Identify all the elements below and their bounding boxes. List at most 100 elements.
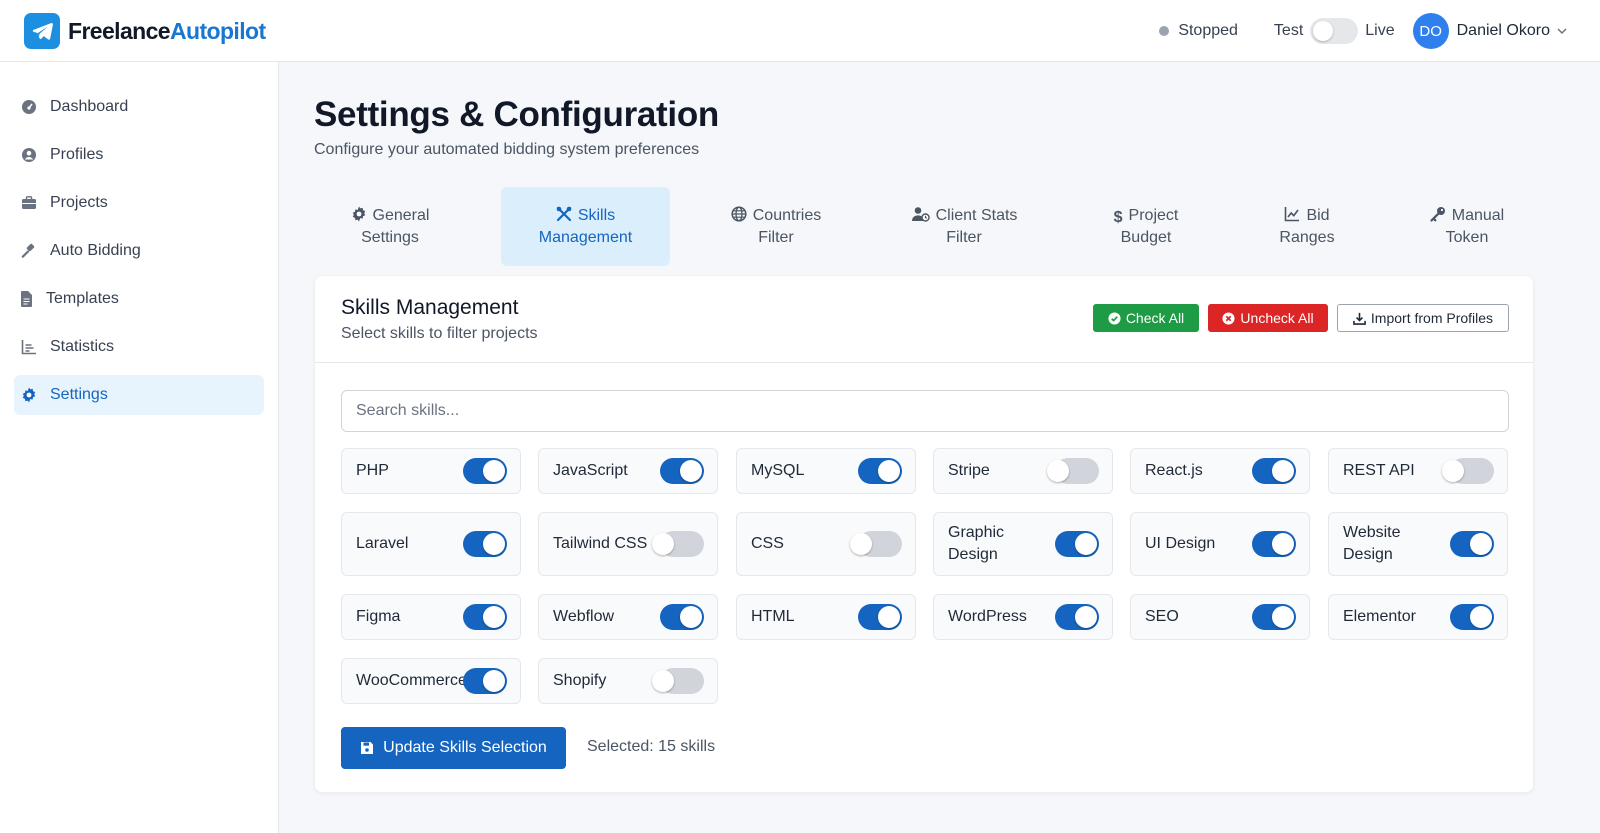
sidebar-item-profiles[interactable]: Profiles xyxy=(14,135,264,175)
import-from-profiles-button[interactable]: Import from Profiles xyxy=(1337,304,1509,332)
skill-toggle[interactable] xyxy=(1252,604,1296,630)
search-skills-input[interactable] xyxy=(341,390,1509,432)
tab-label-line2: Filter xyxy=(946,228,982,246)
page-subtitle: Configure your automated bidding system … xyxy=(314,141,700,158)
skill-shopify[interactable]: Shopify xyxy=(538,658,718,704)
skill-toggle[interactable] xyxy=(1252,458,1296,484)
sidebar-item-templates[interactable]: Templates xyxy=(14,279,264,319)
sidebar-item-label: Profiles xyxy=(50,146,104,163)
tab-label-line1: Project xyxy=(1128,206,1179,224)
skill-toggle[interactable] xyxy=(463,668,507,694)
skill-label: Figma xyxy=(356,608,401,625)
skill-website-design[interactable]: Website Design xyxy=(1328,512,1508,576)
skill-wordpress[interactable]: WordPress xyxy=(933,594,1113,640)
skill-toggle[interactable] xyxy=(652,668,704,694)
skill-javascript[interactable]: JavaScript xyxy=(538,448,718,494)
skill-graphic-design[interactable]: Graphic Design xyxy=(933,512,1113,576)
tab-skills-management[interactable]: Skills Management xyxy=(501,187,670,266)
skill-toggle[interactable] xyxy=(1450,531,1494,557)
sidebar-item-projects[interactable]: Projects xyxy=(14,183,264,223)
brand-name-part1: Freelance xyxy=(68,17,171,44)
skill-toggle[interactable] xyxy=(1252,531,1296,557)
skill-ui-design[interactable]: UI Design xyxy=(1130,512,1310,576)
tab-bid-ranges[interactable]: Bid Ranges xyxy=(1244,187,1370,266)
selected-count: Selected: 15 skills xyxy=(587,738,716,755)
tab-label-line1: Client Stats xyxy=(935,206,1018,224)
sidebar-item-dashboard[interactable]: Dashboard xyxy=(14,87,264,127)
skill-label: React.js xyxy=(1145,462,1203,479)
skill-toggle[interactable] xyxy=(463,604,507,630)
skill-label: MySQL xyxy=(751,462,805,479)
tab-label-line1: Bid xyxy=(1306,206,1330,224)
page-title: Settings & Configuration xyxy=(314,95,719,134)
briefcase-icon xyxy=(21,195,37,211)
skill-label: CSS xyxy=(751,535,784,552)
user-menu[interactable]: DO Daniel Okoro xyxy=(1412,13,1568,49)
tab-general-settings[interactable]: General Settings xyxy=(314,187,466,266)
skill-toggle[interactable] xyxy=(1450,604,1494,630)
sidebar: Dashboard Profiles Projects Auto Bidding… xyxy=(0,62,279,833)
bot-status: Stopped xyxy=(1159,22,1238,40)
skill-toggle[interactable] xyxy=(1442,458,1494,484)
skill-webflow[interactable]: Webflow xyxy=(538,594,718,640)
tab-label-line2: Filter xyxy=(758,228,794,246)
skill-toggle[interactable] xyxy=(850,531,902,557)
skill-figma[interactable]: Figma xyxy=(341,594,521,640)
tab-label-line2: Management xyxy=(538,228,633,246)
skill-rest-api[interactable]: REST API xyxy=(1328,448,1508,494)
skill-toggle[interactable] xyxy=(660,604,704,630)
check-circle-icon xyxy=(1108,311,1121,325)
skill-react-js[interactable]: React.js xyxy=(1130,448,1310,494)
sidebar-item-auto-bidding[interactable]: Auto Bidding xyxy=(14,231,264,271)
tab-label-line2: Budget xyxy=(1120,228,1172,246)
skill-toggle[interactable] xyxy=(858,458,902,484)
tab-manual-token[interactable]: Manual Token xyxy=(1402,187,1532,266)
skill-toggle[interactable] xyxy=(660,458,704,484)
skill-seo[interactable]: SEO xyxy=(1130,594,1310,640)
skill-mysql[interactable]: MySQL xyxy=(736,448,916,494)
skill-toggle[interactable] xyxy=(463,531,507,557)
user-check-icon xyxy=(911,206,930,222)
sidebar-item-label: Projects xyxy=(50,194,108,211)
update-skills-button[interactable]: Update Skills Selection xyxy=(341,727,566,769)
skill-label: SEO xyxy=(1145,608,1179,625)
tab-client-stats-filter[interactable]: Client Stats Filter xyxy=(882,187,1046,266)
skill-php[interactable]: PHP xyxy=(341,448,521,494)
skill-tailwind-css[interactable]: Tailwind CSS xyxy=(538,512,718,576)
skill-stripe[interactable]: Stripe xyxy=(933,448,1113,494)
download-icon xyxy=(1353,312,1366,325)
tab-countries-filter[interactable]: Countries Filter xyxy=(706,187,846,266)
skill-toggle[interactable] xyxy=(1047,458,1099,484)
skill-woocommerce[interactable]: WooCommerce xyxy=(341,658,521,704)
uncheck-all-button[interactable]: Uncheck All xyxy=(1208,304,1328,332)
skill-toggle[interactable] xyxy=(652,531,704,557)
skill-laravel[interactable]: Laravel xyxy=(341,512,521,576)
sidebar-item-label: Templates xyxy=(46,290,119,307)
tab-label-line1: Manual xyxy=(1451,206,1505,224)
skill-label: Shopify xyxy=(553,672,607,689)
app-logo[interactable]: FreelanceAutopilot xyxy=(24,13,266,49)
skill-elementor[interactable]: Elementor xyxy=(1328,594,1508,640)
skill-label: PHP xyxy=(356,462,389,479)
skill-toggle[interactable] xyxy=(858,604,902,630)
tab-project-budget[interactable]: $ Project Budget xyxy=(1080,187,1212,266)
skill-toggle[interactable] xyxy=(1055,604,1099,630)
globe-icon xyxy=(731,205,747,222)
status-label: Stopped xyxy=(1178,22,1238,39)
sidebar-item-settings[interactable]: Settings xyxy=(14,375,264,415)
status-dot-icon xyxy=(1159,26,1170,36)
skill-label: WordPress xyxy=(948,608,1027,625)
mode-test-label: Test xyxy=(1273,22,1304,39)
card-header: Skills Management Select skills to filte… xyxy=(315,276,1533,363)
skill-toggle[interactable] xyxy=(463,458,507,484)
x-circle-icon xyxy=(1222,311,1235,325)
line-chart-icon xyxy=(1285,206,1300,221)
test-live-toggle[interactable] xyxy=(1310,18,1359,44)
skill-label: Graphic Design xyxy=(948,524,1005,563)
check-all-button[interactable]: Check All xyxy=(1093,304,1199,332)
skill-toggle[interactable] xyxy=(1055,531,1099,557)
sidebar-item-statistics[interactable]: Statistics xyxy=(14,327,264,367)
avatar: DO xyxy=(1412,13,1449,49)
skill-html[interactable]: HTML xyxy=(736,594,916,640)
skill-css[interactable]: CSS xyxy=(736,512,916,576)
